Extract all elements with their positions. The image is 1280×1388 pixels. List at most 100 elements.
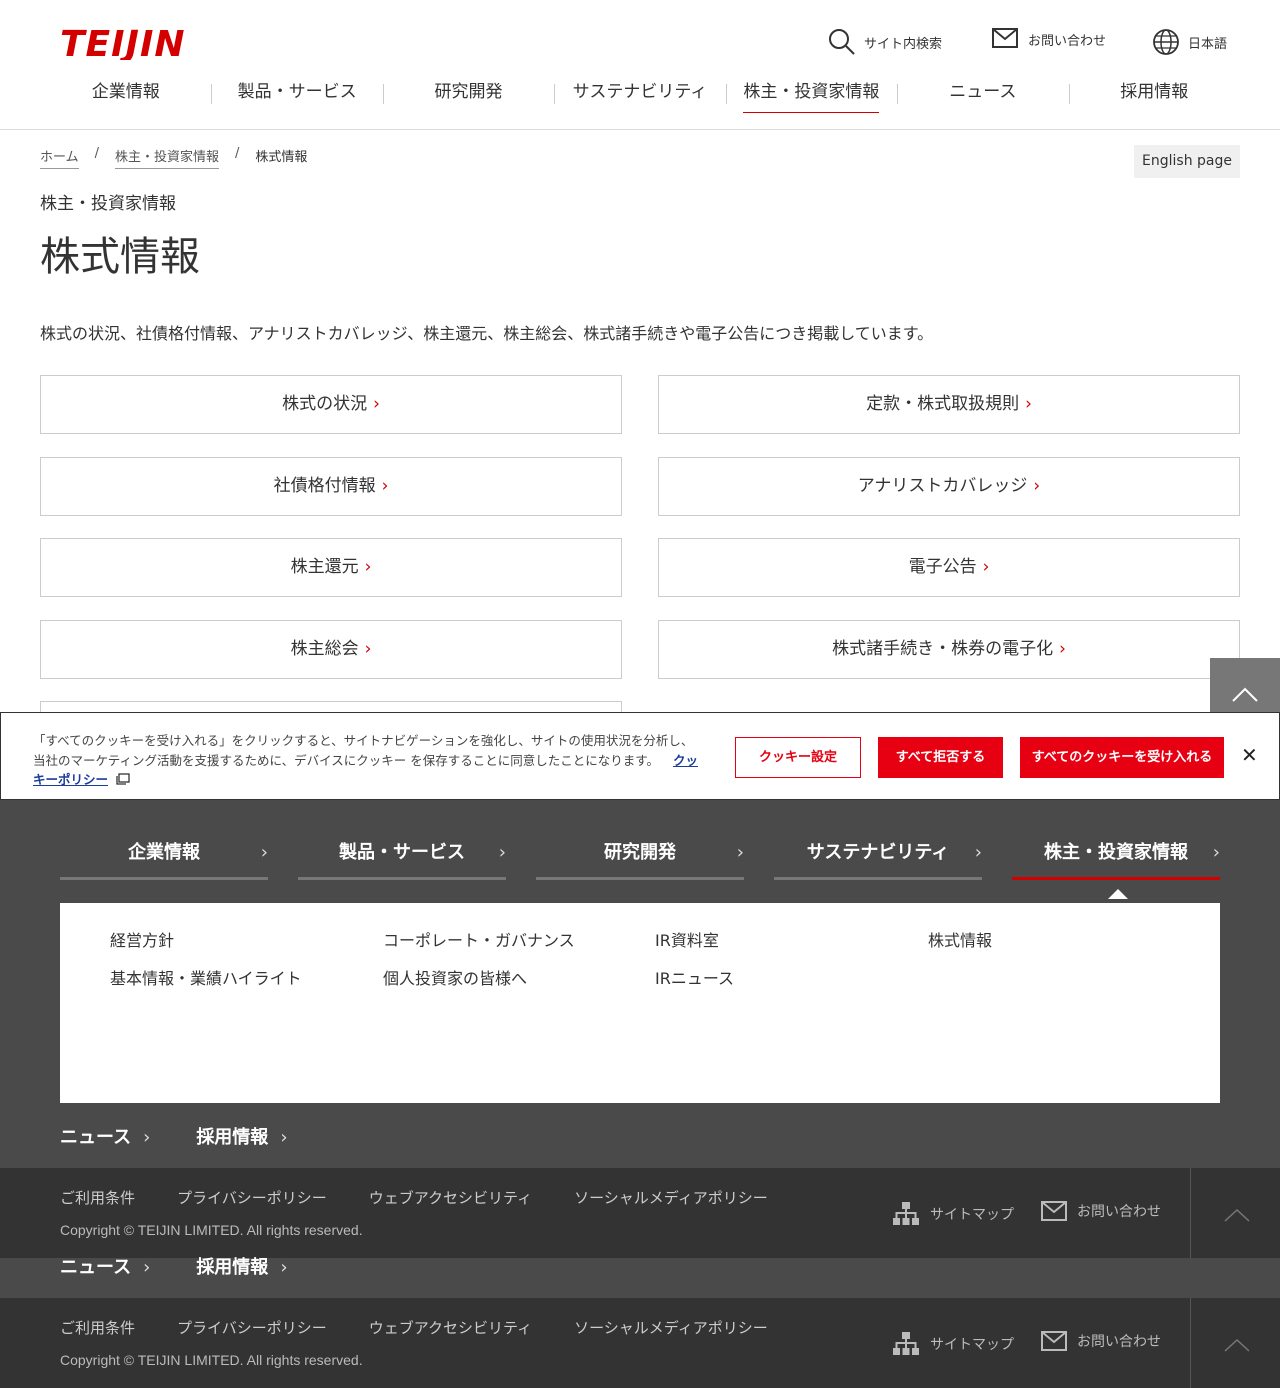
footer-link-social-policy[interactable]: ソーシャルメディアポリシー [574, 1187, 768, 1208]
teijin-logo[interactable]: TEIJIN [60, 24, 232, 65]
footer-tab-products[interactable]: 製品・サービス › [298, 830, 506, 880]
chevron-right-icon: › [498, 842, 506, 863]
footer-link-terms[interactable]: ご利用条件 [60, 1187, 135, 1208]
footer-sitemap-link[interactable]: サイトマップ [892, 1201, 1014, 1227]
search-icon [829, 29, 855, 55]
footer-nav-bottom: ニュース › 採用情報 › [60, 1253, 288, 1279]
global-nav: 企業情報 製品・サービス 研究開発 サステナビリティ 株主・投資家情報 ニュース… [40, 74, 1240, 114]
footer-link-accessibility[interactable]: ウェブアクセシビリティ [369, 1187, 532, 1208]
footer-link-news[interactable]: ニュース › [60, 1253, 150, 1279]
lead-text: 株式の状況、社債格付情報、アナリストカバレッジ、株主還元、株主総会、株式諸手続き… [40, 324, 934, 343]
footer-link-ir-library[interactable]: IR資料室 [655, 927, 719, 951]
breadcrumb-home[interactable]: ホーム [40, 146, 79, 169]
footer-link-privacy[interactable]: プライバシーポリシー [177, 1317, 327, 1338]
nav-item-sustainability[interactable]: サステナビリティ [554, 74, 725, 114]
chevron-right-icon: › [1025, 394, 1032, 414]
breadcrumb-parent[interactable]: 株主・投資家情報 [115, 146, 220, 169]
footer-tab-sustainability[interactable]: サステナビリティ › [774, 830, 982, 880]
sitemap-label: サイトマップ [930, 1337, 1014, 1353]
link-bond-rating[interactable]: 社債格付情報 › [40, 457, 622, 516]
cookie-reject-button[interactable]: すべて拒否する [878, 737, 1003, 778]
section-label: 株主・投資家情報 [40, 194, 176, 214]
footer-link-ir-news[interactable]: IRニュース [655, 965, 734, 989]
link-label: 株式諸手続き・株券の電子化 [832, 639, 1054, 659]
footer-contact-link[interactable]: お問い合わせ [1041, 1331, 1161, 1351]
site-search-label: サイト内検索 [864, 36, 943, 52]
language-switch[interactable]: 日本語 [1152, 28, 1227, 56]
mail-icon [1041, 1331, 1067, 1351]
link-label: 電子公告 [908, 557, 977, 577]
nav-item-products[interactable]: 製品・サービス [211, 74, 382, 114]
mail-icon [1041, 1201, 1067, 1221]
footer-link-stock-info[interactable]: 株式情報 [928, 927, 992, 951]
link-label: アナリストカバレッジ [857, 476, 1028, 496]
contact-label: お問い合わせ [1077, 1334, 1161, 1350]
globe-icon [1153, 29, 1179, 55]
cookie-accept-button[interactable]: すべてのクッキーを受け入れる [1020, 737, 1224, 778]
nav-item-corporate[interactable]: 企業情報 [40, 74, 211, 114]
nav-item-ir[interactable]: 株主・投資家情報 [725, 74, 897, 114]
footer-link-highlights[interactable]: 基本情報・業績ハイライト [110, 965, 302, 989]
chevron-right-icon: › [364, 557, 372, 577]
footer-tab-rd[interactable]: 研究開発 › [536, 830, 744, 880]
footer-tab-corporate[interactable]: 企業情報 › [60, 830, 268, 880]
english-page-button[interactable]: English page [1134, 145, 1240, 178]
cookie-settings-button[interactable]: クッキー設定 [735, 737, 861, 778]
cookie-message: 「すべてのクッキーを受け入れる」をクリックすると、サイトナビゲーションを強化し、… [33, 733, 694, 768]
contact-label: お問い合わせ [1077, 1204, 1161, 1220]
footer-link-privacy[interactable]: プライバシーポリシー [177, 1187, 327, 1208]
footer-link-policy[interactable]: 経営方針 [110, 927, 174, 951]
footer-page-top-button[interactable] [1190, 1168, 1280, 1258]
close-icon[interactable]: ✕ [1241, 743, 1258, 767]
page-title: 株式情報 [40, 234, 200, 280]
link-shareholder-meeting[interactable]: 株主総会 › [40, 620, 622, 679]
link-analyst-coverage[interactable]: アナリストカバレッジ › [658, 457, 1240, 516]
footer-nav-bottom: ニュース › 採用情報 › [60, 1123, 288, 1149]
footer-link-careers[interactable]: 採用情報 › [196, 1123, 287, 1149]
link-public-notice[interactable]: 電子公告 › [658, 538, 1240, 597]
footer-link-news[interactable]: ニュース › [60, 1123, 150, 1149]
breadcrumb: ホーム / 株主・投資家情報 / 株式情報 [40, 146, 307, 169]
breadcrumb-current: 株式情報 [255, 150, 308, 165]
footer-sitemap-link[interactable]: サイトマップ [892, 1331, 1014, 1357]
link-label: 株主総会 [290, 639, 359, 659]
sitemap-icon [893, 1202, 919, 1225]
mail-icon [992, 28, 1018, 48]
footer-link-careers[interactable]: 採用情報 › [196, 1253, 287, 1279]
footer-page-top-button[interactable] [1190, 1298, 1280, 1388]
footer-nav: 企業情報 › 製品・サービス › 研究開発 › サステナビリティ › 株主・投資家情報 ›… [0, 800, 1280, 1168]
copyright: Copyright © TEIJIN LIMITED. All rights r… [60, 1352, 363, 1368]
link-stock-status[interactable]: 株式の状況 › [40, 375, 622, 434]
nav-item-careers[interactable]: 採用情報 [1068, 74, 1240, 114]
copyright: Copyright © TEIJIN LIMITED. All rights r… [60, 1222, 363, 1238]
site-header: TEIJIN サイト内検索 お問い合わせ 日本語 企業情報 製品・サービス 研究… [0, 0, 1280, 130]
footer-link-accessibility[interactable]: ウェブアクセシビリティ [369, 1317, 532, 1338]
breadcrumb-separator: / [235, 146, 240, 161]
link-label: 社債格付情報 [273, 476, 376, 496]
footer-contact-link[interactable]: お問い合わせ [1041, 1201, 1161, 1221]
nav-item-news[interactable]: ニュース [897, 74, 1068, 114]
footer-nav-tabs: 企業情報 › 製品・サービス › 研究開発 › サステナビリティ › 株主・投資家情報 › [60, 830, 1220, 899]
link-shareholder-return[interactable]: 株主還元 › [40, 538, 622, 597]
contact-link[interactable]: お問い合わせ [992, 28, 1106, 50]
chevron-right-icon: › [1033, 476, 1041, 496]
sitemap-icon [893, 1332, 919, 1355]
footer-tab-ir[interactable]: 株主・投資家情報 › [1012, 830, 1220, 899]
footer-ir-panel: 経営方針 コーポレート・ガバナンス IR資料室 株式情報 基本情報・業績ハイライ… [60, 903, 1220, 1103]
link-articles[interactable]: 定款・株式取扱規則 › [658, 375, 1240, 434]
contact-label: お問い合わせ [1028, 33, 1107, 49]
footer-link-social-policy[interactable]: ソーシャルメディアポリシー [574, 1317, 768, 1338]
footer-links: ご利用条件 プライバシーポリシー ウェブアクセシビリティ ソーシャルメディアポリ… [60, 1317, 768, 1338]
link-stock-procedures[interactable]: 株式諸手続き・株券の電子化 › [658, 620, 1240, 679]
nav-item-rd[interactable]: 研究開発 [382, 74, 554, 114]
footer-link-governance[interactable]: コーポレート・ガバナンス [383, 927, 575, 951]
site-footer-repeat: ご利用条件 プライバシーポリシー ウェブアクセシビリティ ソーシャルメディアポリ… [0, 1298, 1280, 1388]
footer-link-terms[interactable]: ご利用条件 [60, 1317, 135, 1338]
footer-link-individual-investors[interactable]: 個人投資家の皆様へ [383, 965, 527, 989]
site-search-link[interactable]: サイト内検索 [828, 28, 942, 56]
chevron-right-icon: › [143, 1257, 151, 1278]
svg-text:TEIJIN: TEIJIN [60, 26, 185, 60]
footer-nav-repeat: ニュース › 採用情報 › [0, 1257, 1280, 1298]
chevron-right-icon: › [364, 639, 372, 659]
page-top-button[interactable] [1210, 658, 1280, 714]
